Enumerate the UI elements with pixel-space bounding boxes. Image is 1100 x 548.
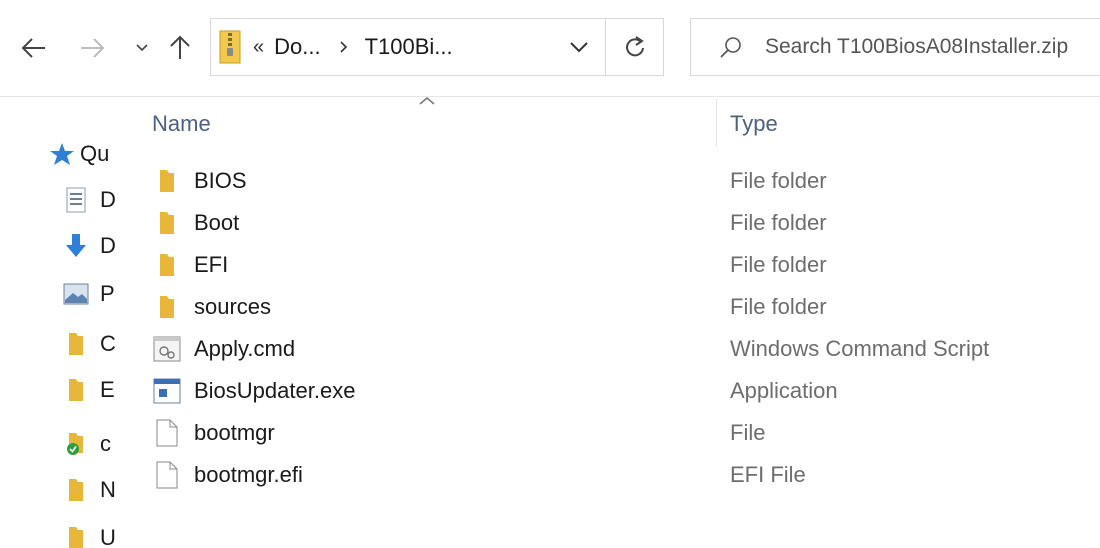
nav-item-label: P (100, 281, 115, 306)
file-type: File folder (730, 294, 827, 319)
back-button[interactable] (14, 30, 54, 66)
chevron-down-icon (136, 44, 148, 52)
column-divider[interactable] (716, 99, 717, 147)
nav-item-folder-n[interactable]: N (62, 473, 116, 507)
up-button[interactable] (162, 30, 198, 66)
nav-item-downloads[interactable]: D (62, 229, 116, 263)
file-row-bootmgr-efi[interactable]: bootmgr.efi EFI File (152, 454, 1100, 496)
nav-item-documents[interactable]: D (62, 183, 116, 217)
nav-item-label: c (100, 431, 111, 456)
breadcrumb-documents[interactable]: Do... (274, 34, 320, 60)
application-icon (152, 378, 182, 404)
download-arrow-icon (62, 233, 90, 259)
folder-icon (62, 377, 90, 403)
chevron-right-icon[interactable] (339, 40, 349, 54)
nav-item-label: D (100, 187, 116, 212)
zip-folder-icon (219, 30, 241, 64)
refresh-icon (626, 36, 644, 57)
search-icon (719, 35, 743, 59)
file-type: Windows Command Script (730, 336, 990, 361)
file-list: Name Type BIOS File folder Boot File fol… (116, 96, 1100, 548)
nav-item-folder-e[interactable]: E (62, 373, 116, 407)
folder-icon (152, 210, 182, 236)
breadcrumb-current[interactable]: T100Bi... (365, 34, 453, 60)
nav-item-label: C (100, 331, 116, 356)
file-type: EFI File (730, 462, 806, 487)
address-bar[interactable]: « Do... T100Bi... (210, 18, 664, 76)
file-type: Application (730, 378, 838, 403)
picture-icon (62, 283, 90, 305)
search-input[interactable] (763, 34, 1100, 60)
file-name: Apply.cmd (194, 336, 296, 361)
recent-locations-button[interactable] (130, 30, 154, 66)
file-name: BIOS (194, 168, 247, 193)
folder-icon (152, 252, 182, 278)
file-row-sources[interactable]: sources File folder (152, 286, 1100, 328)
quick-access-star-icon (48, 142, 76, 166)
address-overflow-button[interactable]: « (253, 36, 264, 59)
file-row-efi[interactable]: EFI File folder (152, 244, 1100, 286)
script-file-icon (152, 336, 182, 362)
column-header-type[interactable]: Type (730, 97, 778, 151)
arrow-right-icon (81, 38, 105, 58)
folder-icon (152, 168, 182, 194)
file-row-apply-cmd[interactable]: Apply.cmd Windows Command Script (152, 328, 1100, 370)
document-icon (62, 187, 90, 213)
nav-item-pictures[interactable]: P (62, 277, 116, 311)
nav-item-quick-access[interactable]: Qu (48, 137, 116, 171)
nav-item-folder-c[interactable]: C (62, 327, 116, 361)
file-name: EFI (194, 252, 229, 277)
file-row-bios[interactable]: BIOS File folder (152, 160, 1100, 202)
folder-icon (62, 477, 90, 503)
nav-item-label: U (100, 525, 116, 548)
arrow-up-icon (170, 35, 190, 59)
blank-file-icon (152, 419, 182, 447)
column-header-name[interactable]: Name (152, 97, 211, 151)
file-row-boot[interactable]: Boot File folder (152, 202, 1100, 244)
file-row-biosupdater-exe[interactable]: BiosUpdater.exe Application (152, 370, 1100, 412)
folder-icon (152, 294, 182, 320)
toolbar: « Do... T100Bi... (0, 0, 1100, 96)
folder-icon (62, 525, 90, 548)
file-name: bootmgr (194, 420, 275, 445)
file-name: sources (194, 294, 272, 319)
nav-item-label: D (100, 233, 116, 258)
arrow-left-icon (21, 38, 45, 58)
navigation-pane: Qu D D P C E c N U (0, 97, 116, 548)
file-name: bootmgr.efi (194, 462, 303, 487)
file-type: File (730, 420, 766, 445)
forward-button[interactable] (72, 30, 112, 66)
file-type: File folder (730, 168, 827, 193)
nav-item-label: N (100, 477, 116, 502)
chevron-down-icon (570, 42, 588, 53)
file-name: BiosUpdater.exe (194, 378, 356, 403)
refresh-button[interactable] (605, 19, 664, 75)
sort-ascending-icon (418, 93, 436, 111)
file-row-bootmgr[interactable]: bootmgr File (152, 412, 1100, 454)
nav-item-folder-synced[interactable]: c (62, 427, 116, 461)
nav-item-label: E (100, 377, 115, 402)
file-type: File folder (730, 252, 827, 277)
address-dropdown-button[interactable] (561, 19, 597, 75)
nav-item-label: Qu (80, 141, 110, 166)
file-type: File folder (730, 210, 827, 235)
blank-file-icon (152, 461, 182, 489)
file-name: Boot (194, 210, 240, 235)
nav-item-folder-u[interactable]: U (62, 521, 116, 548)
folder-icon (62, 331, 90, 357)
folder-synced-icon (62, 431, 90, 457)
search-box[interactable] (690, 18, 1100, 76)
